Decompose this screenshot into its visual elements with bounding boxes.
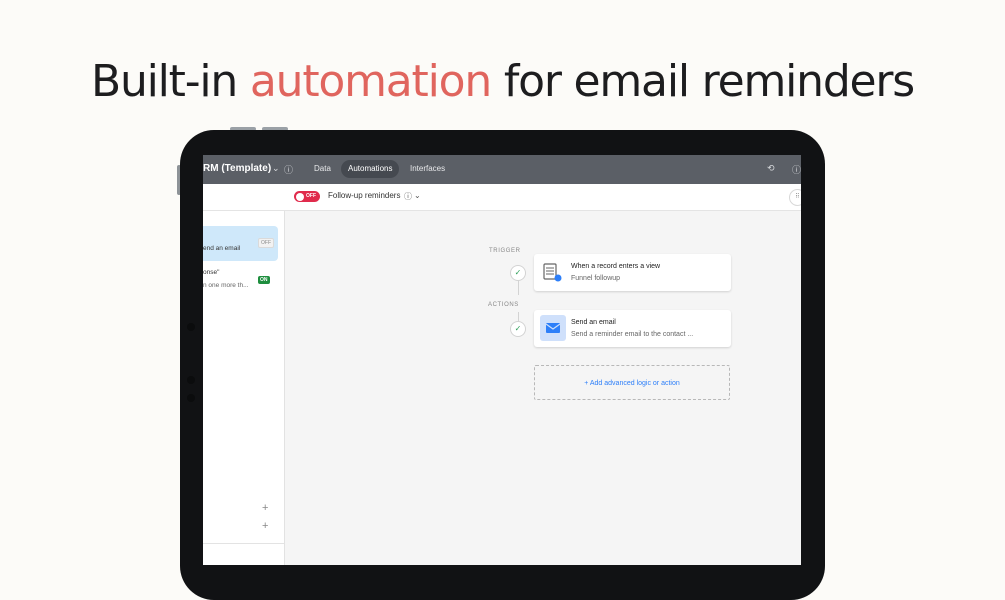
toggle-label: OFF	[306, 193, 316, 199]
connector-line	[518, 281, 519, 295]
check-icon: ✓	[510, 265, 526, 281]
info-icon[interactable]: ⓘ	[284, 163, 293, 176]
camera-dot	[187, 394, 195, 402]
trigger-card[interactable]: When a record enters a view Funnel follo…	[534, 254, 731, 291]
action-card[interactable]: Send an email Send a reminder email to t…	[534, 310, 731, 347]
sidebar-item-title[interactable]: onse"	[203, 269, 219, 276]
sidebar-item-description: end an email	[203, 245, 241, 252]
automation-canvas: TRIGGER ✓ ACTIONS ✓ When a record enters…	[285, 211, 801, 565]
status-badge-on: ON	[258, 276, 270, 284]
table-view-icon	[542, 262, 563, 283]
camera-dot	[187, 376, 195, 384]
status-badge-off: OFF	[258, 238, 274, 248]
add-logic-button[interactable]: + Add advanced logic or action	[534, 365, 730, 400]
chevron-down-icon[interactable]: ⌄	[414, 191, 421, 200]
automation-name[interactable]: Follow-up reminders	[328, 191, 400, 200]
divider	[203, 543, 284, 544]
automation-header: OFF Follow-up reminders ⓘ ⌄	[203, 184, 801, 211]
automation-toggle[interactable]: OFF	[294, 191, 320, 202]
chevron-down-icon[interactable]: ⌄	[272, 163, 280, 174]
base-name[interactable]: RM (Template)	[203, 163, 271, 174]
trigger-subtitle: Funnel followup	[571, 275, 621, 282]
camera-dot	[187, 323, 195, 331]
actions-label: ACTIONS	[488, 302, 519, 308]
top-bar: RM (Template) ⌄ ⓘ Data Automations Inter…	[203, 155, 801, 184]
app-screen: RM (Template) ⌄ ⓘ Data Automations Inter…	[203, 155, 801, 565]
grid-icon[interactable]: ⠿	[789, 189, 801, 206]
tab-interfaces[interactable]: Interfaces	[403, 160, 452, 178]
add-button[interactable]: +	[262, 502, 268, 514]
action-subtitle: Send a reminder email to the contact ...	[571, 331, 694, 338]
toggle-knob	[295, 192, 304, 201]
add-button[interactable]: +	[262, 520, 268, 532]
tab-automations[interactable]: Automations	[341, 160, 400, 178]
help-icon[interactable]: ⓘ	[792, 163, 801, 176]
automations-sidebar: end an email OFF onse" n one more th... …	[203, 211, 285, 565]
tab-data[interactable]: Data	[307, 160, 338, 178]
history-icon[interactable]: ⟲	[767, 163, 775, 174]
headline-part-1: Built-in	[90, 56, 250, 107]
sidebar-item-description: n one more th...	[203, 282, 249, 289]
headline-part-2: for email reminders	[491, 56, 915, 107]
connector-line	[518, 312, 519, 321]
action-title: Send an email	[571, 319, 616, 326]
trigger-title: When a record enters a view	[571, 263, 661, 270]
trigger-label: TRIGGER	[489, 248, 521, 254]
headline-accent: automation	[249, 56, 492, 107]
check-icon: ✓	[510, 321, 526, 337]
headline: Built-in automation for email reminders	[0, 56, 1005, 107]
envelope-icon	[540, 315, 566, 341]
info-icon[interactable]: ⓘ	[404, 191, 412, 202]
